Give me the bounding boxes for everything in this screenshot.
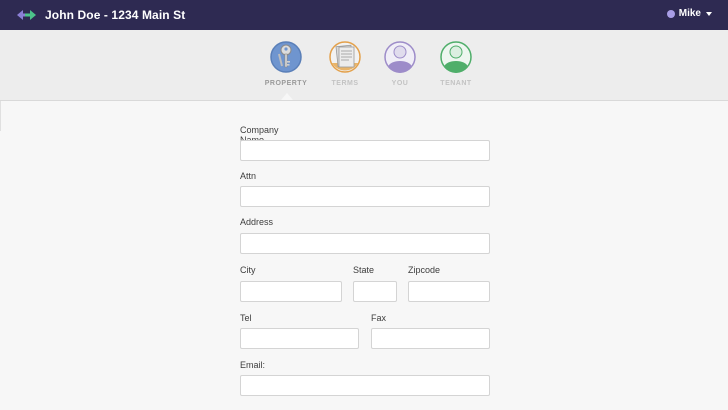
user-name: Mike xyxy=(678,8,701,19)
page-title: John Doe - 1234 Main St xyxy=(45,8,186,22)
step-you[interactable]: YOU xyxy=(370,40,430,87)
city-label: City xyxy=(240,265,256,275)
email-label: Email: xyxy=(240,360,266,370)
step-tenant[interactable]: TENANT xyxy=(426,40,486,87)
address-label: Address xyxy=(240,217,274,227)
keys-icon xyxy=(270,41,302,73)
chevron-down-icon xyxy=(706,11,712,16)
step-terms[interactable]: TERMS xyxy=(315,40,375,87)
swap-arrows-icon[interactable] xyxy=(16,8,37,22)
tel-label: Tel xyxy=(240,313,252,323)
person-icon xyxy=(384,41,416,73)
person-icon xyxy=(440,41,472,73)
address-input[interactable] xyxy=(240,233,490,254)
fax-input[interactable] xyxy=(371,328,490,349)
step-label: TENANT xyxy=(440,80,472,87)
wizard-steps: PROPERTY TERMS YOU TENANT xyxy=(0,30,728,101)
zipcode-input[interactable] xyxy=(408,281,490,302)
fax-label: Fax xyxy=(371,313,387,323)
divider xyxy=(0,101,1,131)
tel-input[interactable] xyxy=(240,328,359,349)
documents-icon xyxy=(329,41,361,73)
city-input[interactable] xyxy=(240,281,342,302)
active-step-pointer xyxy=(281,93,293,100)
user-avatar-dot xyxy=(666,9,675,18)
top-bar: John Doe - 1234 Main St Mike xyxy=(0,0,728,30)
user-menu[interactable]: Mike xyxy=(666,8,712,19)
step-label: TERMS xyxy=(331,80,359,87)
step-label: YOU xyxy=(391,80,409,87)
state-label: State xyxy=(353,265,375,275)
attn-label: Attn xyxy=(240,171,257,181)
zipcode-label: Zipcode xyxy=(408,265,441,275)
email-input[interactable] xyxy=(240,375,490,396)
step-label: PROPERTY xyxy=(264,80,308,87)
attn-input[interactable] xyxy=(240,186,490,207)
company-name-input[interactable] xyxy=(240,140,490,161)
step-property[interactable]: PROPERTY xyxy=(256,40,316,87)
state-input[interactable] xyxy=(353,281,397,302)
